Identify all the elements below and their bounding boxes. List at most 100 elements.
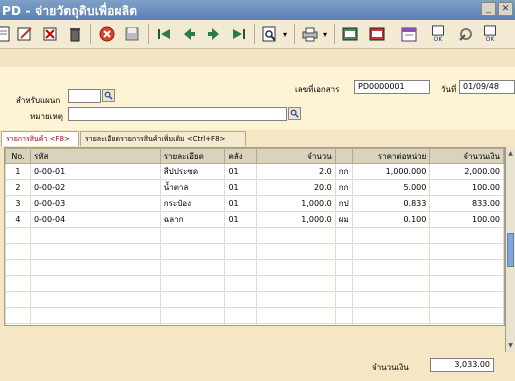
search-icon [290, 109, 299, 118]
col-header-warehouse[interactable]: คลัง [224, 148, 258, 164]
scrollbar-thumb[interactable] [507, 233, 514, 267]
cell-warehouse: 01 [224, 163, 258, 180]
last-icon[interactable] [229, 24, 249, 44]
cell-unit: ผม [334, 211, 353, 228]
cell-warehouse: 01 [224, 195, 258, 212]
cell-description: ฉลาก [159, 211, 226, 228]
cell-amount: 833.00 [429, 195, 504, 212]
prev-icon[interactable] [179, 24, 199, 44]
cell-warehouse: 01 [224, 179, 258, 196]
new-icon[interactable] [0, 24, 14, 44]
cell-code: 0-00-01 [29, 163, 161, 180]
cancel-icon[interactable] [97, 24, 117, 44]
next-icon[interactable] [204, 24, 224, 44]
remark-lookup-button[interactable] [288, 107, 301, 120]
scroll-down-icon[interactable]: ▼ [506, 341, 515, 351]
search-icon[interactable] [260, 24, 280, 44]
remark-field[interactable] [68, 107, 287, 121]
table-row-empty[interactable] [5, 323, 504, 325]
cell-unit-price: 0.100 [351, 211, 431, 228]
date-field[interactable]: 01/09/48 [459, 80, 515, 94]
table-row-empty[interactable] [5, 291, 504, 308]
tab-item-details[interactable]: รายละเอียดรายการสินค้าเพิ่มเติม <Ctrl+F8… [80, 131, 246, 146]
remark-label: หมายเหตุ [30, 112, 63, 121]
minimize-button[interactable]: _ [481, 2, 496, 16]
title-bar: PD - จ่ายวัตถุดิบเพื่อผลิต _ ✕ [0, 0, 515, 20]
table-scrollbar[interactable]: ▲ ▼ [505, 147, 515, 352]
table-row[interactable]: 1 0-00-01 สีปประซด 01 2.0 กก 1,000.000 2… [5, 163, 504, 180]
table-row-empty[interactable] [5, 307, 504, 324]
col-header-unit-price[interactable]: ราคาต่อหน่วย [351, 148, 431, 164]
cell-amount: 2,000.00 [429, 163, 504, 180]
report-icon[interactable] [367, 24, 387, 44]
ok-icon-label: OK [485, 36, 495, 43]
close-button[interactable]: ✕ [498, 2, 513, 16]
dropdown-icon[interactable]: ▾ [320, 24, 330, 44]
footer: จำนวนเงิน 3,033.00 [0, 352, 515, 381]
tab-items[interactable]: รายการสินค้า <F8> [1, 131, 79, 146]
cell-description: น้ำตาล [159, 179, 226, 196]
cell-unit-price: 5.000 [351, 179, 431, 196]
cell-code: 0-00-02 [29, 179, 161, 196]
cell-no: 3 [5, 195, 31, 212]
spacer-strip [0, 49, 515, 67]
window-title: PD - จ่ายวัตถุดิบเพื่อผลิต [2, 4, 138, 18]
doc-no-label: เลขที่เอกสาร [295, 85, 340, 94]
cell-amount: 100.00 [429, 211, 504, 228]
cell-code: 0-00-03 [29, 195, 161, 212]
toolbar: ▾ ▾ OK OK [0, 20, 515, 49]
cell-unit: กก [334, 179, 353, 196]
tools-icon[interactable] [456, 24, 476, 44]
col-header-description[interactable]: รายละเอียด [159, 148, 226, 164]
table-row-empty[interactable] [5, 227, 504, 244]
cell-description: กระป๋อง [159, 195, 226, 212]
table-row-empty[interactable] [5, 243, 504, 260]
table-header-row: No. รหัส รายละเอียด คลัง จำนวน ราคาต่อหน… [5, 148, 504, 164]
cell-quantity: 1,000.0 [256, 195, 336, 212]
ok-icon-label: OK [433, 36, 443, 43]
table-row[interactable]: 4 0-00-04 ฉลาก 01 1,000.0 ผม 0.100 100.0… [5, 211, 504, 228]
col-header-unit[interactable] [334, 148, 353, 164]
cell-description: สีปประซด [159, 163, 226, 180]
tab-bar: รายการสินค้า <F8> รายละเอียดรายการสินค้า… [0, 131, 515, 147]
col-header-no[interactable]: No. [5, 148, 31, 164]
export-icon[interactable] [340, 24, 360, 44]
first-icon[interactable] [154, 24, 174, 44]
col-header-quantity[interactable]: จำนวน [256, 148, 336, 164]
col-header-amount[interactable]: จำนวนเงิน [429, 148, 504, 164]
header-form: เลขที่เอกสาร PD0000001 วันที่ 01/09/48 ส… [0, 67, 515, 130]
save-icon[interactable] [122, 24, 142, 44]
table-row[interactable]: 2 0-00-02 น้ำตาล 01 20.0 กก 5.000 100.00 [5, 179, 504, 196]
cell-amount: 100.00 [429, 179, 504, 196]
dept-label: สำหรับแผนก [16, 96, 61, 105]
edit-icon[interactable] [15, 24, 35, 44]
ok-icon[interactable]: OK [480, 24, 500, 44]
table-row-empty[interactable] [5, 259, 504, 276]
total-field: 3,033.00 [430, 358, 494, 372]
cell-no: 2 [5, 179, 31, 196]
date-label: วันที่ [441, 85, 457, 94]
dept-field[interactable] [68, 89, 101, 103]
trash-icon[interactable] [65, 24, 85, 44]
ok-icon[interactable]: OK [428, 24, 448, 44]
cell-warehouse: 01 [224, 211, 258, 228]
cell-unit: กก [334, 163, 353, 180]
cell-unit-price: 0.833 [351, 195, 431, 212]
cell-quantity: 1,000.0 [256, 211, 336, 228]
dept-lookup-button[interactable] [102, 89, 115, 102]
table-row-empty[interactable] [5, 275, 504, 292]
cell-code: 0-00-04 [29, 211, 161, 228]
cell-no: 1 [5, 163, 31, 180]
col-header-code[interactable]: รหัส [29, 148, 161, 164]
dropdown-icon[interactable]: ▾ [280, 24, 290, 44]
calendar-icon[interactable] [399, 24, 419, 44]
table-row[interactable]: 3 0-00-03 กระป๋อง 01 1,000.0 กป 0.833 83… [5, 195, 504, 212]
delete-icon[interactable] [40, 24, 60, 44]
total-label: จำนวนเงิน [372, 363, 409, 372]
printer-icon[interactable] [300, 24, 320, 44]
cell-quantity: 20.0 [256, 179, 336, 196]
doc-no-field[interactable]: PD0000001 [354, 80, 430, 94]
items-table: No. รหัส รายละเอียด คลัง จำนวน ราคาต่อหน… [4, 147, 505, 326]
cell-no: 4 [5, 211, 31, 228]
scroll-up-icon[interactable]: ▲ [506, 149, 515, 159]
